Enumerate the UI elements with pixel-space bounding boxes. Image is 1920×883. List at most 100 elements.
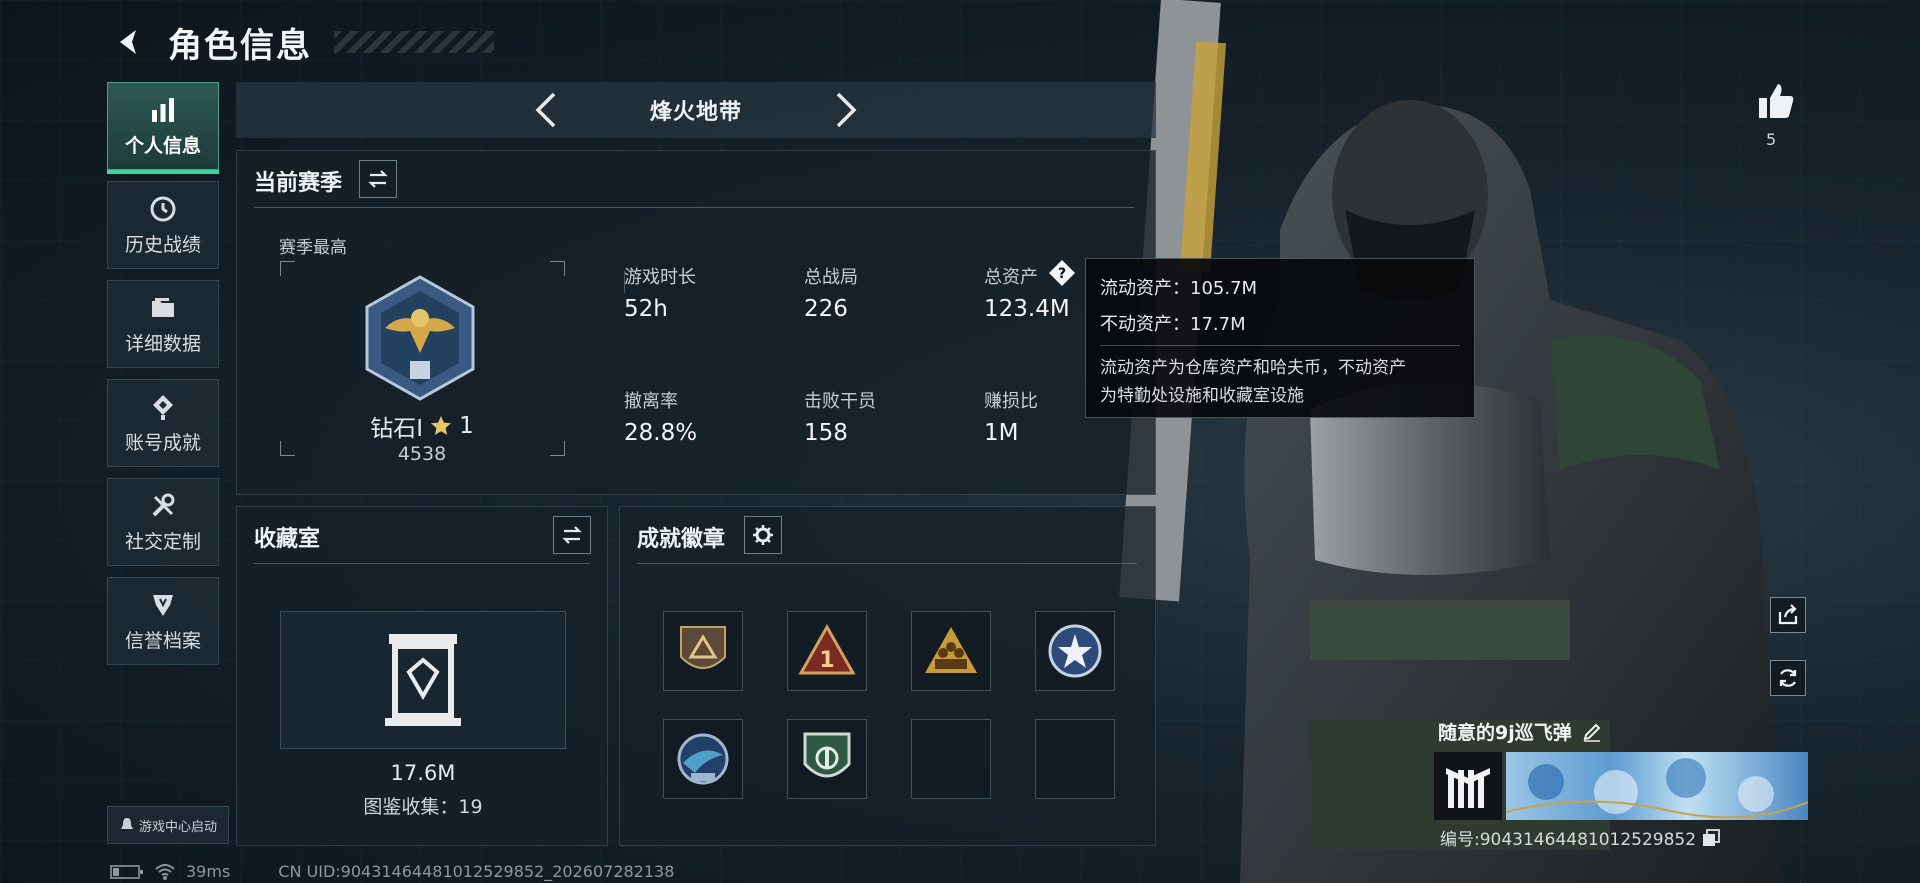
folder-icon [148, 293, 178, 323]
mode-title: 烽火地带 [649, 100, 742, 125]
player-avatar[interactable] [1434, 752, 1502, 820]
bar-chart-icon [148, 95, 178, 125]
stat-value-playtime: 52h [624, 296, 668, 322]
medal-icon [148, 392, 178, 422]
badges-settings-button[interactable] [744, 516, 782, 554]
badges-panel: 成就徽章 1 [619, 506, 1156, 846]
badge-slot-empty[interactable] [911, 719, 991, 799]
share-button[interactable] [1770, 597, 1806, 633]
stat-label-profit-ratio: 赚损比 [984, 391, 1038, 412]
stat-label-kills: 击败干员 [804, 391, 876, 412]
badge-slot[interactable] [1035, 611, 1115, 691]
sidebar-item-label: 社交定制 [124, 530, 201, 553]
like-button[interactable] [1753, 78, 1799, 124]
player-id: 编号:9043146448101252985​2 [1440, 830, 1697, 850]
next-mode-button[interactable] [826, 90, 866, 130]
player-name-row: 随意的9j巡飞弹 [1438, 718, 1602, 745]
liquid-assets: 流动资产：105.7M [1100, 278, 1258, 299]
stat-label-extraction-rate: 撤离率 [624, 391, 678, 412]
display-case-icon [385, 634, 461, 726]
bell-icon [120, 818, 133, 829]
share-icon [1778, 604, 1798, 625]
clock-icon [148, 194, 178, 224]
back-button[interactable] [110, 22, 150, 62]
shield-icon [148, 590, 178, 620]
status-bar: 39ms CN UID:9043146448101252985​2_202607… [110, 862, 674, 881]
divider [1100, 345, 1460, 346]
sidebar-item-detailed-data[interactable]: 详细数据 [107, 280, 219, 368]
page-header: 角色信息 [110, 18, 494, 66]
collection-room-preview[interactable] [280, 611, 566, 749]
stat-value-total-assets: 123.4M [984, 296, 1070, 322]
badge-slot[interactable] [911, 611, 991, 691]
character-model [1119, 0, 1780, 883]
collection-panel: 收藏室 17.6M 图鉴收集：19 [236, 506, 608, 846]
avatar-emblem-icon [1446, 768, 1490, 808]
sidebar-item-personal-info[interactable]: 个人信息 [107, 82, 219, 174]
chevron-right-icon [836, 92, 857, 128]
sidebar-item-label: 个人信息 [124, 134, 201, 157]
svg-text:1: 1 [819, 648, 834, 673]
sidebar-item-credit-file[interactable]: 信誉档案 [107, 577, 219, 665]
collection-switch-button[interactable] [553, 516, 591, 554]
rank-score: 4538 [397, 443, 447, 465]
swap-icon [368, 170, 388, 188]
stat-value-extraction-rate: 28.8% [624, 420, 698, 446]
season-panel: 当前赛季 赛季最高 钻石Ⅰ 1 4538 游戏时长 52h 总战局 226 总资… [236, 150, 1156, 495]
player-id-row: 编号:9043146448101252985​2 [1440, 825, 1720, 850]
refresh-button[interactable] [1770, 660, 1806, 696]
star-icon [431, 416, 452, 435]
sidebar-item-label: 详细数据 [124, 332, 201, 355]
thumbs-up-icon [1759, 84, 1794, 118]
season-switch-button[interactable] [359, 160, 397, 198]
stat-label-total-assets: 总资产 [984, 267, 1038, 288]
copy-icon[interactable] [1702, 828, 1720, 847]
gear-icon [753, 525, 773, 545]
badge-slot-empty[interactable] [1035, 719, 1115, 799]
help-icon: ? [1049, 260, 1075, 286]
tools-icon [148, 491, 178, 521]
chevron-left-icon [535, 92, 556, 128]
player-name: 随意的9j巡飞弹 [1438, 722, 1572, 744]
badge-slot[interactable] [787, 719, 867, 799]
collection-value: 17.6M [390, 761, 456, 785]
badges-title: 成就徽章 [637, 527, 726, 552]
stat-label-playtime: 游戏时长 [624, 267, 696, 288]
sidebar-item-history[interactable]: 历史战绩 [107, 181, 219, 269]
badge-slot[interactable] [663, 611, 743, 691]
sidebar-item-achievements[interactable]: 账号成就 [107, 379, 219, 467]
frame-corner [550, 261, 565, 276]
star-badge-icon [1048, 624, 1102, 678]
badge-slot[interactable]: 1 [787, 611, 867, 691]
svg-text:?: ? [1058, 266, 1066, 282]
sidebar-item-social-custom[interactable]: 社交定制 [107, 478, 219, 566]
game-center-label: 游戏中心启动 [138, 819, 217, 835]
divider [637, 563, 1137, 564]
page-title: 角色信息 [168, 25, 312, 66]
collection-title: 收藏室 [254, 527, 321, 552]
fixed-assets: 不动资产：17.7M [1100, 314, 1246, 335]
like-count: 5 [1766, 130, 1777, 149]
badge-slot[interactable] [663, 719, 743, 799]
battery-icon [110, 864, 143, 879]
team-badge-icon [925, 627, 977, 673]
prev-mode-button[interactable] [526, 90, 566, 130]
title-decoration [334, 31, 494, 53]
frame-corner [280, 261, 295, 276]
wings-badge-icon [677, 733, 729, 785]
sidebar-nav: 个人信息 历史战绩 详细数据 账号成就 社交定制 信誉档案 [107, 82, 221, 676]
assets-tooltip: 流动资产：105.7M 不动资产：17.7M 流动资产为仓库资产和哈夫币，不动资… [1085, 258, 1475, 418]
edit-icon[interactable] [1582, 722, 1602, 742]
game-center-launch-button[interactable]: 游戏中心启动 [107, 806, 229, 844]
uid-text: CN UID:9043146448101252985​2_20260728213… [278, 862, 675, 881]
rank-row: 钻石Ⅰ 1 [237, 409, 607, 443]
stat-label-total-matches: 总战局 [804, 267, 858, 288]
mode-switcher: 烽火地带 [236, 82, 1156, 138]
flower-pattern-icon [1505, 758, 1809, 819]
assets-help-button[interactable]: ? [1047, 258, 1077, 288]
stat-value-profit-ratio: 1M [984, 420, 1019, 446]
number-one-badge-icon: 1 [798, 623, 856, 675]
rank-name: 钻石Ⅰ [370, 416, 424, 442]
rank-stars: 1 [459, 413, 474, 439]
shield-badge-icon [803, 732, 851, 778]
